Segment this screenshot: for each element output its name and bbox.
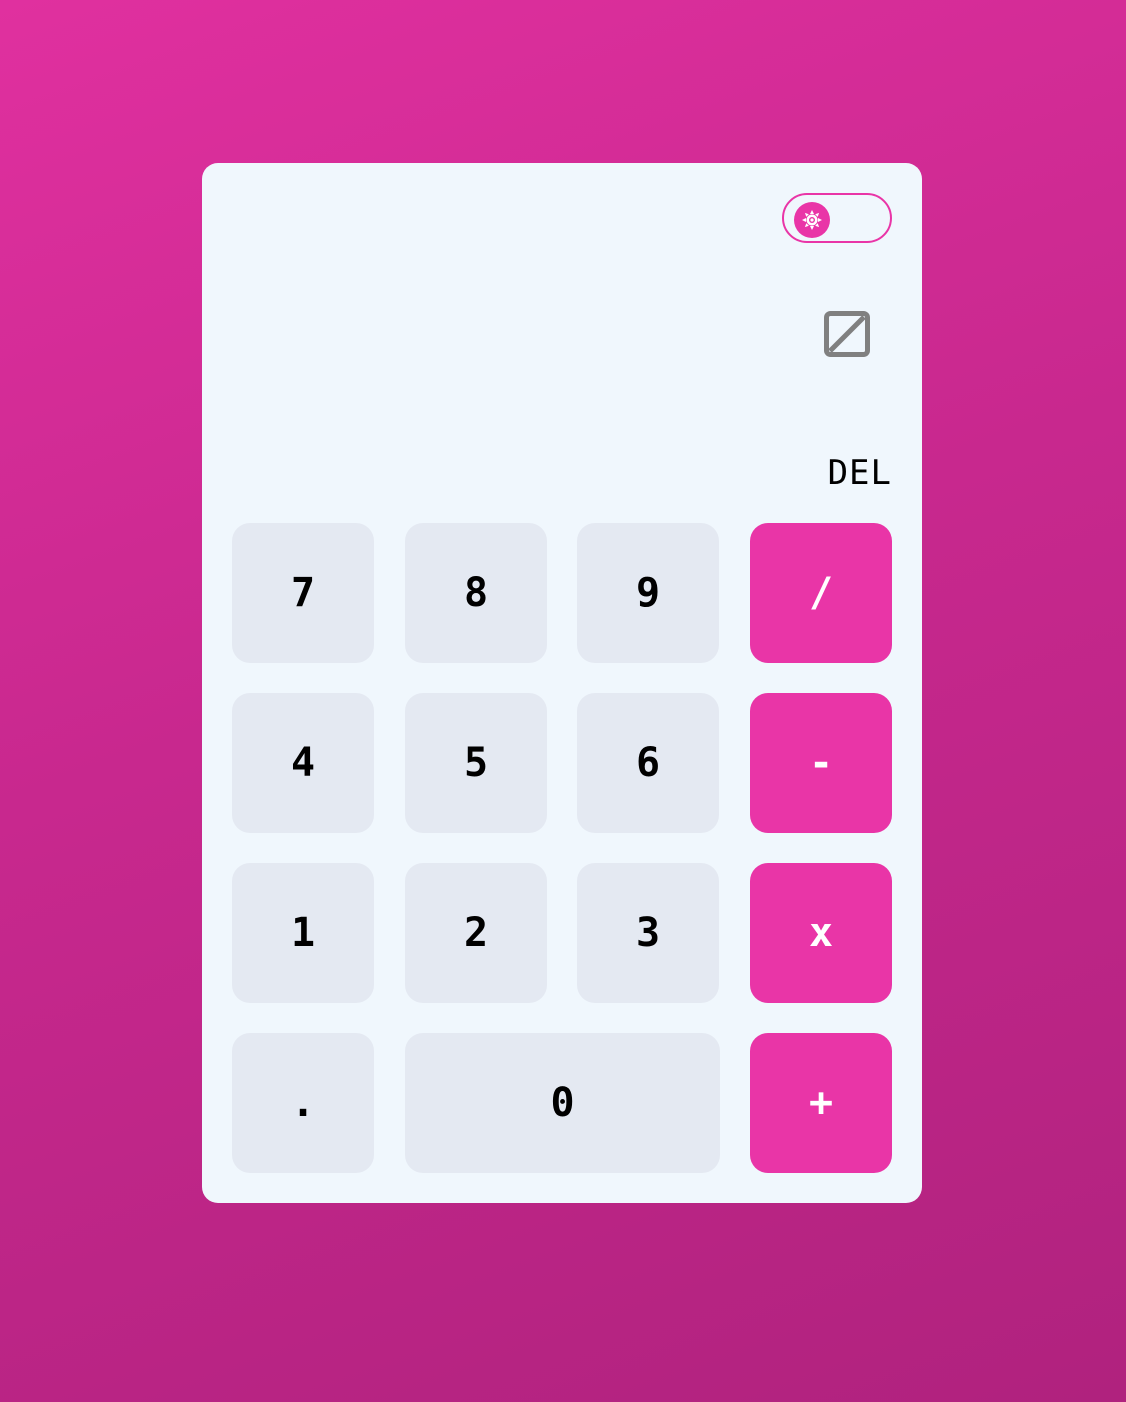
key-7[interactable]: 7: [232, 523, 374, 663]
theme-toggle[interactable]: [782, 193, 892, 243]
calculator-panel: DEL 7 8 9 / 4 5 6 - 1 2 3 x . 0 +: [202, 163, 922, 1203]
display-zero-glyph: [824, 311, 870, 357]
delete-label: DEL: [827, 453, 892, 493]
key-minus[interactable]: -: [750, 693, 892, 833]
key-3[interactable]: 3: [577, 863, 719, 1003]
key-divide[interactable]: /: [750, 523, 892, 663]
key-2[interactable]: 2: [405, 863, 547, 1003]
display-value: [824, 311, 870, 357]
key-9[interactable]: 9: [577, 523, 719, 663]
key-decimal[interactable]: .: [232, 1033, 374, 1173]
key-1[interactable]: 1: [232, 863, 374, 1003]
delete-button[interactable]: DEL: [772, 443, 892, 503]
toggle-knob: [794, 202, 830, 238]
key-0[interactable]: 0: [405, 1033, 720, 1173]
key-plus[interactable]: +: [750, 1033, 892, 1173]
key-multiply[interactable]: x: [750, 863, 892, 1003]
key-5[interactable]: 5: [405, 693, 547, 833]
sun-icon: [802, 210, 822, 230]
key-6[interactable]: 6: [577, 693, 719, 833]
key-4[interactable]: 4: [232, 693, 374, 833]
key-8[interactable]: 8: [405, 523, 547, 663]
